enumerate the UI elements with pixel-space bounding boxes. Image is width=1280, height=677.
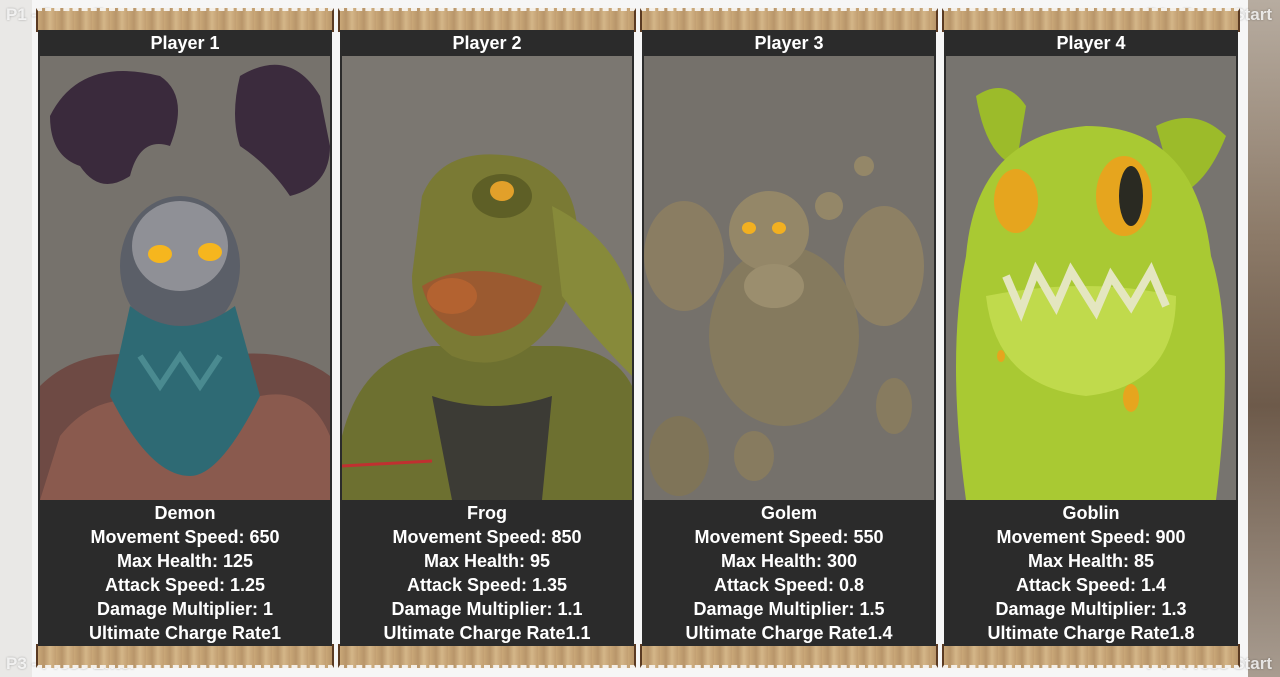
damage-multiplier: Damage Multiplier: 1.5 (693, 599, 885, 619)
player-1-card[interactable]: Player 1 Demon Movement Speed: 650 Max H… (36, 8, 334, 668)
player-panel: Player 4 Goblin Movement Speed: 900 Max … (944, 30, 1238, 646)
frog-portrait (342, 56, 632, 500)
character-name: Goblin (1062, 503, 1120, 523)
parchment-border-bottom (942, 644, 1240, 668)
goblin-portrait (946, 56, 1236, 500)
parchment-border-top (640, 8, 938, 32)
attack-speed: Attack Speed: 0.8 (713, 575, 865, 595)
max-health: Max Health: 300 (720, 551, 858, 571)
damage-multiplier: Damage Multiplier: 1 (96, 599, 274, 619)
movement-speed: Movement Speed: 550 (694, 527, 884, 547)
max-health: Max Health: 125 (116, 551, 254, 571)
attack-speed: Attack Speed: 1.35 (406, 575, 568, 595)
demon-portrait (40, 56, 330, 500)
character-select-cards: Player 1 Demon Movement Speed: 650 Max H… (36, 8, 1244, 668)
movement-speed: Movement Speed: 850 (392, 527, 582, 547)
player-title: Player 4 (1056, 33, 1126, 53)
character-stats: Frog Movement Speed: 850 Max Health: 95 … (340, 501, 634, 646)
damage-multiplier: Damage Multiplier: 1.1 (391, 599, 583, 619)
ultimate-charge-rate: Ultimate Charge Rate1.1 (383, 623, 591, 643)
character-stats: Golem Movement Speed: 550 Max Health: 30… (642, 501, 936, 646)
background-building (1248, 0, 1280, 677)
parchment-border-bottom (36, 644, 334, 668)
player-3-card[interactable]: Player 3 Golem Movement Speed: 550 Max H… (640, 8, 938, 668)
player-title: Player 2 (452, 33, 522, 53)
player-panel: Player 1 Demon Movement Speed: 650 Max H… (38, 30, 332, 646)
ultimate-charge-rate: Ultimate Charge Rate1.4 (685, 623, 893, 643)
parchment-border-top (942, 8, 1240, 32)
parchment-border-top (36, 8, 334, 32)
parchment-border-bottom (338, 644, 636, 668)
ultimate-charge-rate: Ultimate Charge Rate1.8 (987, 623, 1195, 643)
character-name: Frog (467, 503, 507, 523)
attack-speed: Attack Speed: 1.25 (104, 575, 266, 595)
player-2-card[interactable]: Player 2 Frog Movement Speed: 850 Max He… (338, 8, 636, 668)
ultimate-charge-rate: Ultimate Charge Rate1 (88, 623, 282, 643)
golem-portrait (644, 56, 934, 500)
movement-speed: Movement Speed: 900 (996, 527, 1186, 547)
damage-multiplier: Damage Multiplier: 1.3 (995, 599, 1187, 619)
parchment-border-top (338, 8, 636, 32)
player-panel: Player 3 Golem Movement Speed: 550 Max H… (642, 30, 936, 646)
max-health: Max Health: 95 (423, 551, 551, 571)
player-title: Player 3 (754, 33, 824, 53)
character-stats: Demon Movement Speed: 650 Max Health: 12… (38, 501, 332, 646)
attack-speed: Attack Speed: 1.4 (1015, 575, 1167, 595)
movement-speed: Movement Speed: 650 (90, 527, 280, 547)
character-name: Demon (154, 503, 216, 523)
character-name: Golem (760, 503, 817, 523)
max-health: Max Health: 85 (1027, 551, 1155, 571)
player-panel: Player 2 Frog Movement Speed: 850 Max He… (340, 30, 634, 646)
player-4-card[interactable]: Player 4 Goblin Movement Speed: 900 Max … (942, 8, 1240, 668)
parchment-border-bottom (640, 644, 938, 668)
character-stats: Goblin Movement Speed: 900 Max Health: 8… (944, 501, 1238, 646)
player-title: Player 1 (150, 33, 220, 53)
